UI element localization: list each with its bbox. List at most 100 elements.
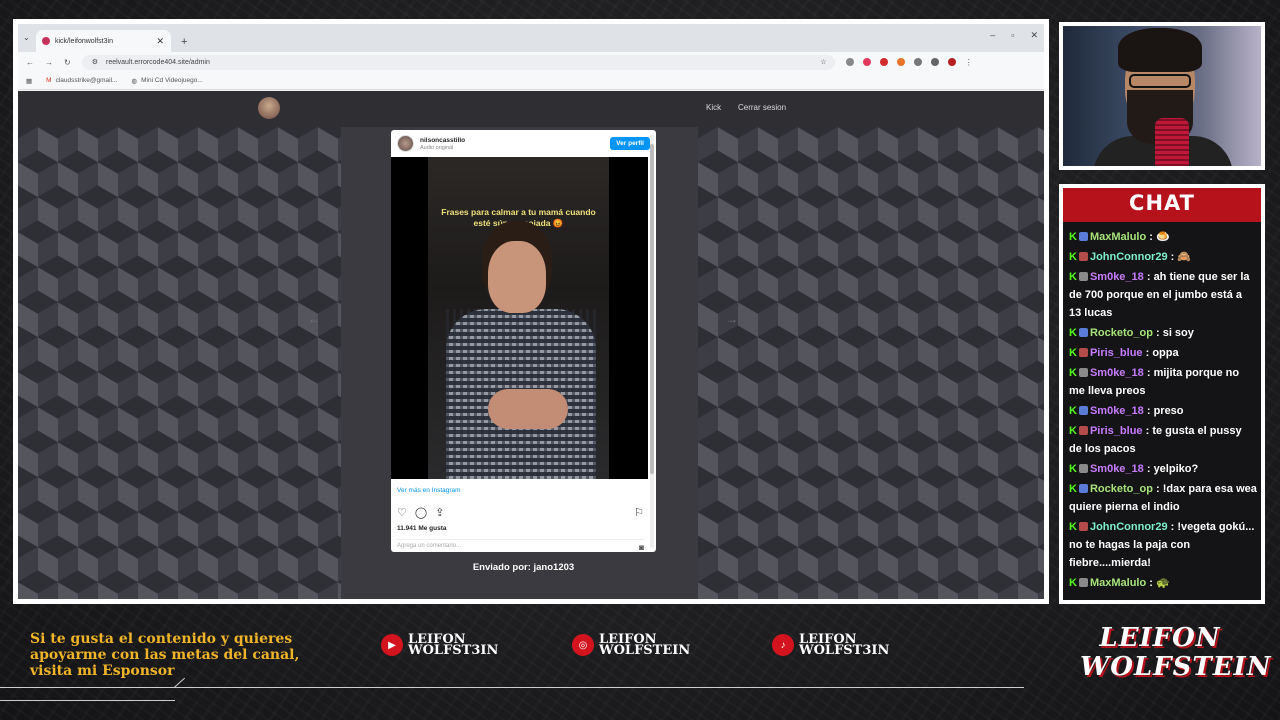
- user-badge-icon: [1078, 368, 1088, 377]
- video-caption: Frases para calmar a tu mamá cuando esté…: [441, 207, 596, 228]
- chat-message: K Rocketo_op : !dax para esa wea quiere p…: [1069, 480, 1257, 516]
- comment-icon[interactable]: ◯: [415, 506, 427, 519]
- bookmark-mini[interactable]: ◍ Mini Cd Videojuego...: [131, 77, 202, 85]
- youtube-icon: ▶: [381, 634, 403, 656]
- chat-message: K Sm0ke_18 : yelpiko?: [1069, 460, 1257, 478]
- close-window-icon[interactable]: ✕: [1030, 30, 1038, 41]
- brand-line: WOLFSTEIN: [1080, 652, 1272, 682]
- user-badge-icon: [1078, 426, 1088, 435]
- chat-message: K MaxMalulo : 🍮: [1069, 228, 1257, 246]
- kick-badge-icon: K: [1069, 463, 1077, 475]
- tab-title: kick/leifonwolfst3in: [55, 37, 113, 45]
- chat-username[interactable]: Sm0ke_18: [1090, 271, 1144, 283]
- back-icon[interactable]: ←: [26, 58, 34, 67]
- divider-line: [0, 687, 1024, 688]
- divider-line: [0, 700, 175, 701]
- chat-username[interactable]: Piris_blue: [1090, 425, 1143, 437]
- chat-username[interactable]: Sm0ke_18: [1090, 405, 1144, 417]
- metamask-icon[interactable]: [896, 58, 905, 66]
- sent-by-label: Enviado por: jano1203: [472, 562, 575, 573]
- view-more-link[interactable]: Ver más en Instagram: [397, 487, 461, 494]
- chat-message: K Sm0ke_18 : mijita porque no me lleva pr…: [1069, 364, 1257, 400]
- reload-icon[interactable]: ↻: [64, 58, 71, 67]
- chat-username[interactable]: Sm0ke_18: [1090, 463, 1144, 475]
- sponsor-text: Si te gusta el contenido y quieres apoya…: [30, 631, 299, 679]
- gmail-icon: M: [46, 77, 52, 84]
- cam-glasses: [1129, 74, 1191, 88]
- puzzle-icon[interactable]: [913, 58, 922, 66]
- tiktok-handle: ♪ LEIFON WOLFST3IN: [772, 633, 889, 657]
- embed-scrollbar[interactable]: [650, 134, 654, 548]
- kick-badge-icon: K: [1069, 521, 1077, 533]
- instagram-icon[interactable]: ◙: [639, 543, 644, 552]
- likes-count: 11.941 Me gusta: [397, 525, 447, 532]
- heart-icon[interactable]: ♡: [397, 506, 407, 519]
- ig-username[interactable]: nilsoncasstillo: [420, 137, 465, 145]
- chat-username[interactable]: JohnConnor29: [1090, 251, 1168, 263]
- kick-badge-icon: K: [1069, 251, 1077, 263]
- comment-input[interactable]: Agrega un comentario...: [397, 543, 461, 552]
- bookmarks-bar: ▦ Mclaudsstrike@gmail... ◍ Mini Cd Videoj…: [18, 72, 1044, 90]
- user-badge-icon: [1078, 484, 1088, 493]
- site-info-icon[interactable]: ⚙: [92, 58, 98, 66]
- chat-message: K Rocketo_op : si soy: [1069, 324, 1257, 342]
- bookmark-star-icon[interactable]: ☆: [820, 58, 826, 66]
- address-bar-row: ← → ↻ ⚙ reelvault.errorcode404.site/admi…: [18, 52, 1044, 72]
- chat-text: : si soy: [1155, 327, 1194, 339]
- reel-video[interactable]: Frases para calmar a tu mamá cuando esté…: [391, 157, 648, 479]
- apps-icon[interactable]: ▦: [26, 77, 32, 85]
- save-icon[interactable]: ⚐: [634, 506, 644, 519]
- profile-avatar-icon[interactable]: [947, 58, 956, 66]
- url-field[interactable]: ⚙ reelvault.errorcode404.site/admin ☆: [81, 54, 835, 70]
- chat-username[interactable]: MaxMalulo: [1090, 577, 1146, 589]
- extension-icon[interactable]: [879, 58, 888, 66]
- chat-text: : yelpiko?: [1146, 463, 1199, 475]
- menu-dots-icon[interactable]: ⋮: [965, 58, 973, 67]
- tiktok-icon: ♪: [772, 634, 794, 656]
- ig-audio[interactable]: Audio original: [420, 145, 465, 151]
- extension-icon[interactable]: [862, 58, 871, 66]
- share-icon[interactable]: ⇪: [435, 506, 444, 519]
- ig-user-block: nilsoncasstillo Audio original: [420, 137, 465, 151]
- browser-window: ⌄ kick/leifonwolfst3in ✕ + – ▫ ✕ ← → ↻ ⚙…: [18, 24, 1044, 599]
- chat-username[interactable]: Sm0ke_18: [1090, 367, 1144, 379]
- view-profile-button[interactable]: Ver perfil: [610, 137, 650, 150]
- user-badge-icon: [1078, 328, 1088, 337]
- logout-link[interactable]: Cerrar sesion: [738, 103, 786, 112]
- chat-text: : preso: [1146, 405, 1184, 417]
- microphone: [1155, 118, 1189, 166]
- forward-icon[interactable]: →: [45, 58, 53, 67]
- chat-username[interactable]: Rocketo_op: [1090, 483, 1153, 495]
- sponsor-line: visita mi Esponsor: [30, 663, 175, 679]
- new-tab-icon[interactable]: +: [181, 36, 187, 48]
- bookmark-gmail[interactable]: Mclaudsstrike@gmail...: [46, 77, 117, 84]
- chat-messages: K MaxMalulo : 🍮 K JohnConnor29 : 🙈 K Sm0ke_18…: [1069, 228, 1257, 594]
- kick-badge-icon: K: [1069, 577, 1077, 589]
- nav-kick-link[interactable]: Kick: [706, 103, 721, 112]
- ig-header: nilsoncasstillo Audio original Ver perfi…: [391, 130, 656, 157]
- next-arrow-icon[interactable]: →: [726, 312, 738, 326]
- extension-icon[interactable]: [845, 58, 854, 66]
- video-frame: Frases para calmar a tu mamá cuando esté…: [428, 157, 609, 479]
- instagram-embed: nilsoncasstillo Audio original Ver perfi…: [391, 130, 656, 552]
- chat-username[interactable]: Piris_blue: [1090, 347, 1143, 359]
- chat-username[interactable]: MaxMalulo: [1090, 231, 1146, 243]
- site-logo[interactable]: [258, 97, 280, 119]
- chat-username[interactable]: JohnConnor29: [1090, 521, 1168, 533]
- channel-logo: LEIFON WOLFSTEIN: [1080, 624, 1272, 682]
- avatar[interactable]: [397, 135, 414, 152]
- user-badge-icon: [1078, 252, 1088, 261]
- kick-badge-icon: K: [1069, 327, 1077, 339]
- cast-icon[interactable]: [930, 58, 939, 66]
- close-tab-icon[interactable]: ✕: [156, 36, 164, 47]
- chat-username[interactable]: Rocketo_op: [1090, 327, 1153, 339]
- user-badge-icon: [1078, 348, 1088, 357]
- prev-arrow-icon[interactable]: ←: [308, 312, 320, 326]
- maximize-icon[interactable]: ▫: [1011, 30, 1014, 41]
- tab-search-icon[interactable]: ⌄: [23, 33, 30, 42]
- minimize-icon[interactable]: –: [990, 30, 995, 41]
- browser-tab[interactable]: kick/leifonwolfst3in ✕: [36, 30, 171, 52]
- kick-badge-icon: K: [1069, 425, 1077, 437]
- chat-text: : 🙈: [1170, 251, 1192, 263]
- globe-icon: ◍: [131, 77, 138, 85]
